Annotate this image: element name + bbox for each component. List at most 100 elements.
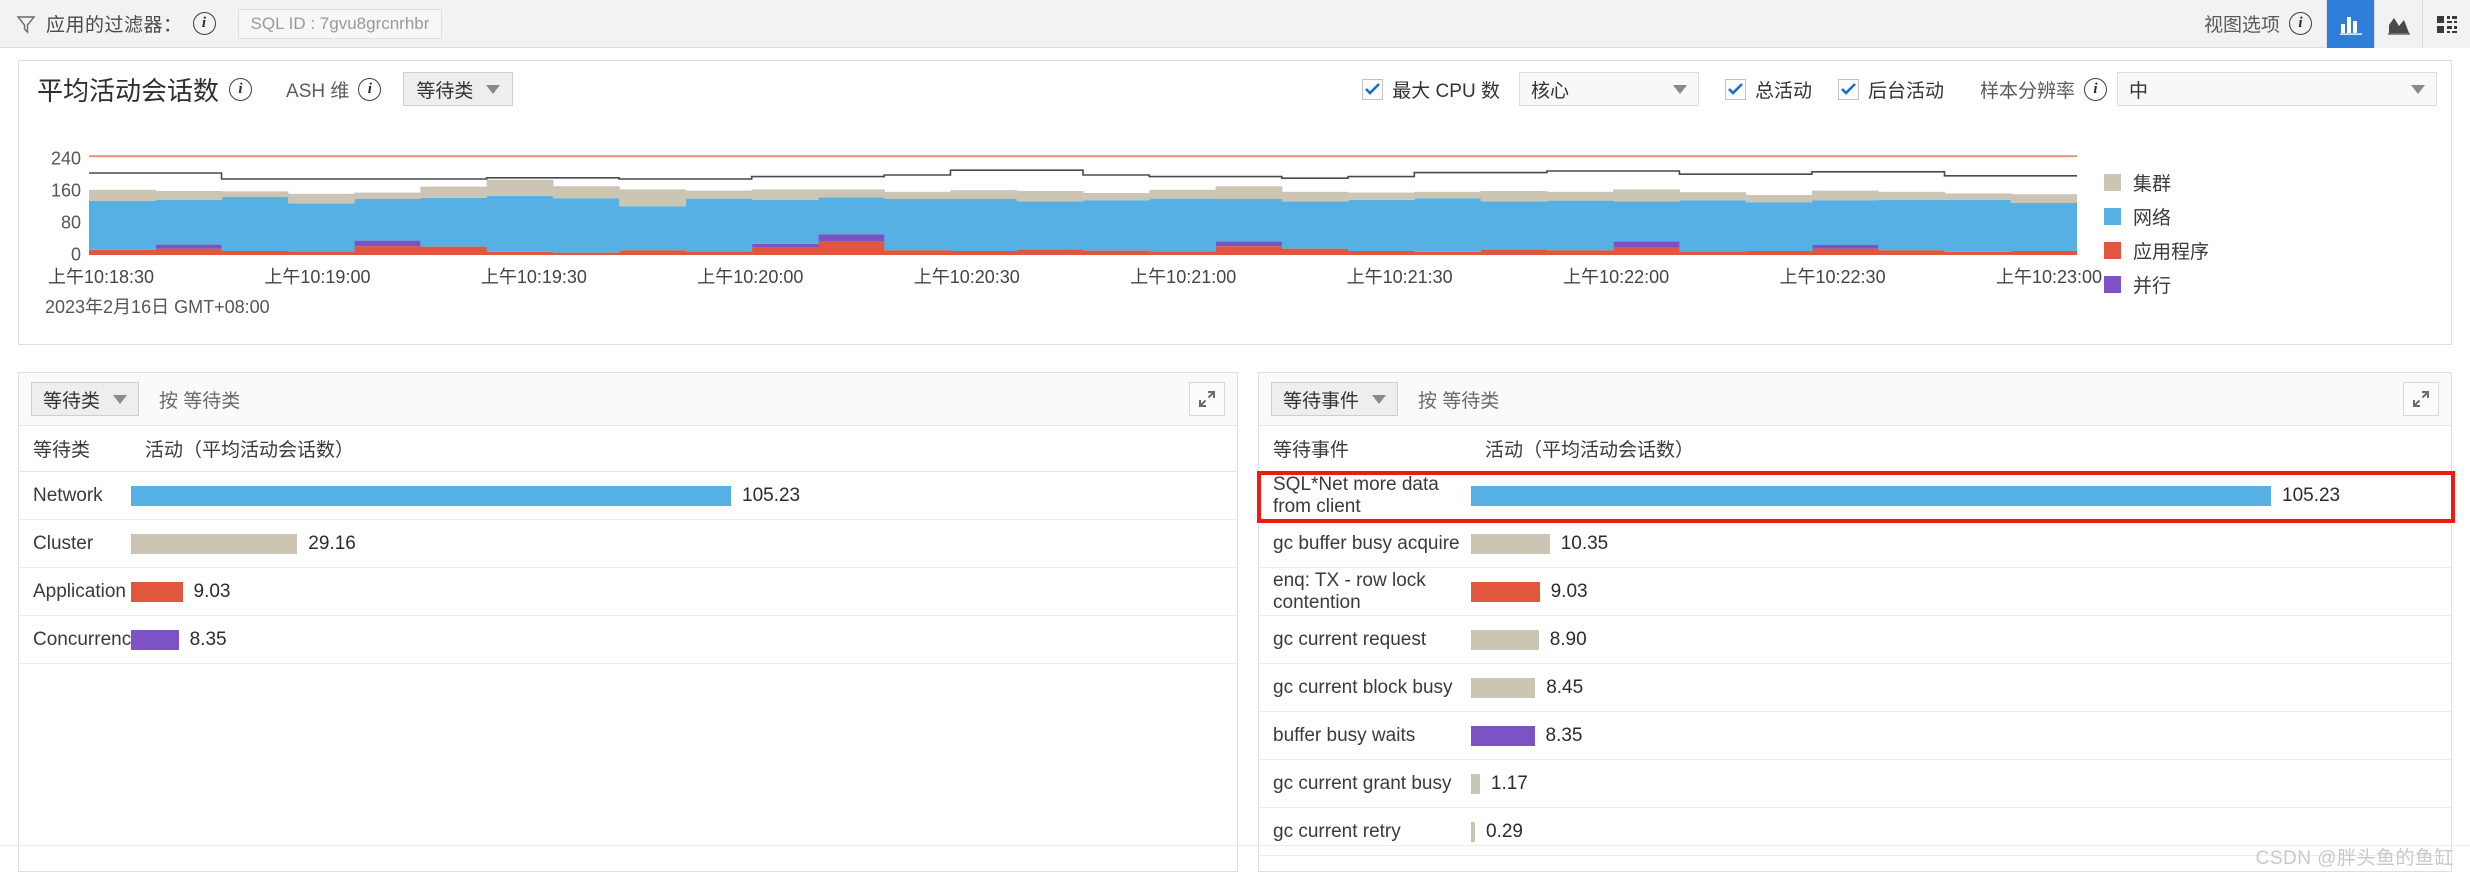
sql-id-field[interactable]: SQL ID : 7gvu8grcnrhbr: [237, 8, 443, 39]
row-bar-cell: 1.17: [1471, 759, 2451, 808]
table-row[interactable]: gc buffer busy acquire 10.35: [1259, 519, 2451, 568]
view-options-info-icon[interactable]: i: [2289, 12, 2312, 35]
chevron-down-icon: [113, 394, 128, 404]
info-icon[interactable]: i: [192, 12, 216, 35]
wait-class-expand-button[interactable]: [1189, 382, 1225, 416]
background-activity-label: 后台活动: [1867, 80, 1944, 102]
row-bar-cell: 8.35: [1471, 711, 2451, 760]
row-label: buffer busy waits: [1259, 711, 1471, 760]
row-bar: [131, 629, 179, 650]
chevron-down-icon: [2411, 84, 2425, 94]
table-row[interactable]: gc current request 8.90: [1259, 615, 2451, 664]
max-cpu-control: 最大 CPU 数 核心: [1362, 72, 1699, 106]
row-bar: [1471, 821, 1475, 842]
max-cpu-unit-value: 核心: [1530, 80, 1569, 102]
row-value: 8.35: [1545, 724, 1583, 746]
table-header-row: 等待类 活动（平均活动会话数）: [19, 425, 1237, 472]
row-label: gc current request: [1259, 615, 1471, 664]
table-row[interactable]: Network 105.23: [19, 471, 1237, 520]
chevron-down-icon: [486, 84, 501, 94]
row-bar: [1471, 581, 1540, 602]
table-row[interactable]: enq: TX - row lock contention 9.03: [1259, 567, 2451, 616]
table-row[interactable]: SQL*Net more data from client 105.23: [1259, 471, 2451, 520]
filter-bar-label: 应用的过滤器：: [46, 15, 183, 36]
row-bar-cell: 105.23: [131, 471, 1237, 520]
row-label: Network: [19, 471, 131, 520]
wait-class-dropdown-label: 等待类: [43, 390, 101, 412]
row-value: 9.03: [193, 580, 231, 602]
x-axis-tick: 上午10:19:00: [264, 267, 371, 287]
legend-item[interactable]: 网络: [2104, 203, 2209, 230]
y-axis-tick: 160: [50, 180, 81, 201]
table-row[interactable]: Application 9.03: [19, 567, 1237, 616]
legend-label: 并行: [2133, 276, 2172, 297]
wait-event-by-label: 按 等待类: [1418, 390, 1500, 412]
chart-header: 平均活动会话数 i ASH 维 i 等待类 最大 CPU 数 核心 总活动 后台…: [19, 61, 2451, 117]
table-row[interactable]: buffer busy waits 8.35: [1259, 711, 2451, 760]
wait-class-dropdown[interactable]: 等待类: [31, 382, 140, 416]
ash-dimension-info-icon[interactable]: i: [358, 77, 382, 101]
row-label: gc buffer busy acquire: [1259, 519, 1471, 568]
x-axis-tick: 上午10:21:30: [1346, 267, 1453, 287]
x-axis-tick: 上午10:22:00: [1563, 267, 1670, 287]
ash-dimension-dropdown-label: 等待类: [416, 80, 474, 102]
bar-chart-view-button[interactable]: [2326, 0, 2374, 48]
funnel-icon: [16, 14, 36, 34]
x-axis-tick: 上午10:20:00: [697, 267, 804, 287]
max-cpu-unit-select[interactable]: 核心: [1518, 72, 1699, 106]
row-bar-cell: 8.35: [131, 615, 1237, 664]
wait-event-expand-button[interactable]: [2403, 382, 2439, 416]
row-label: gc current grant busy: [1259, 759, 1471, 808]
row-bar: [1471, 629, 1539, 650]
table-header-row: 等待事件 活动（平均活动会话数）: [1259, 425, 2451, 472]
table-row[interactable]: gc current block busy 8.45: [1259, 663, 2451, 712]
sample-resolution-info-icon[interactable]: i: [2084, 77, 2107, 101]
table-row[interactable]: Concurrency 8.35: [19, 615, 1237, 664]
watermark: CSDN @胖头鱼的鱼缸: [2255, 848, 2454, 869]
sample-resolution-select[interactable]: 中: [2117, 72, 2437, 106]
legend-label: 集群: [2133, 174, 2172, 195]
stacked-area-chart[interactable]: [89, 143, 2077, 255]
legend-swatch: [2104, 242, 2121, 259]
legend-swatch: [2104, 276, 2121, 293]
total-activity-control: 总活动: [1724, 76, 1812, 103]
average-active-sessions-card: 平均活动会话数 i ASH 维 i 等待类 最大 CPU 数 核心 总活动 后台…: [18, 60, 2452, 345]
max-cpu-checkbox[interactable]: [1362, 78, 1384, 100]
row-bar: [1471, 533, 1550, 554]
x-axis-tick: 上午10:20:30: [913, 267, 1020, 287]
x-axis-tick: 上午10:22:30: [1779, 267, 1886, 287]
x-axis-tick: 上午10:19:30: [480, 267, 587, 287]
column-header-wait-event: 等待事件: [1259, 425, 1471, 472]
row-value: 0.29: [1486, 820, 1523, 842]
x-axis-tick: 上午10:18:30: [47, 267, 155, 287]
view-options-group: 视图选项 i: [2204, 0, 2470, 48]
area-chart-view-button[interactable]: [2374, 0, 2422, 48]
row-value: 1.17: [1490, 772, 1528, 794]
row-label: Concurrency: [19, 615, 141, 664]
row-bar: [131, 485, 731, 506]
background-activity-control: 后台活动: [1837, 76, 1944, 103]
ash-dimension-dropdown[interactable]: 等待类: [403, 72, 514, 106]
column-header-wait-class: 等待类: [19, 425, 131, 472]
legend-label: 应用程序: [2133, 242, 2210, 263]
chevron-down-icon: [1372, 394, 1387, 404]
wait-event-panel-header: 等待事件 按 等待类: [1259, 373, 2451, 425]
background-activity-checkbox[interactable]: [1837, 78, 1859, 100]
legend-item[interactable]: 集群: [2104, 169, 2209, 196]
wait-event-dropdown-label: 等待事件: [1283, 390, 1360, 412]
legend-item[interactable]: 应用程序: [2104, 237, 2209, 264]
legend-item[interactable]: 并行: [2104, 271, 2209, 298]
row-value: 105.23: [742, 484, 801, 506]
wait-event-dropdown[interactable]: 等待事件: [1271, 382, 1399, 416]
column-header-activity: 活动（平均活动会话数）: [1471, 425, 2451, 472]
table-row[interactable]: Cluster 29.16: [19, 519, 1237, 568]
filter-bar: 应用的过滤器： i SQL ID : 7gvu8grcnrhbr 视图选项 i: [0, 0, 2470, 48]
row-bar: [1471, 677, 1536, 698]
grid-view-button[interactable]: [2422, 0, 2470, 48]
total-activity-checkbox[interactable]: [1724, 78, 1746, 100]
chart-title-info-icon[interactable]: i: [229, 77, 253, 101]
row-value: 9.03: [1550, 580, 1588, 602]
row-bar-cell: 105.23: [1471, 471, 2451, 520]
row-label: gc current block busy: [1259, 663, 1471, 712]
table-row[interactable]: gc current grant busy 1.17: [1259, 759, 2451, 808]
